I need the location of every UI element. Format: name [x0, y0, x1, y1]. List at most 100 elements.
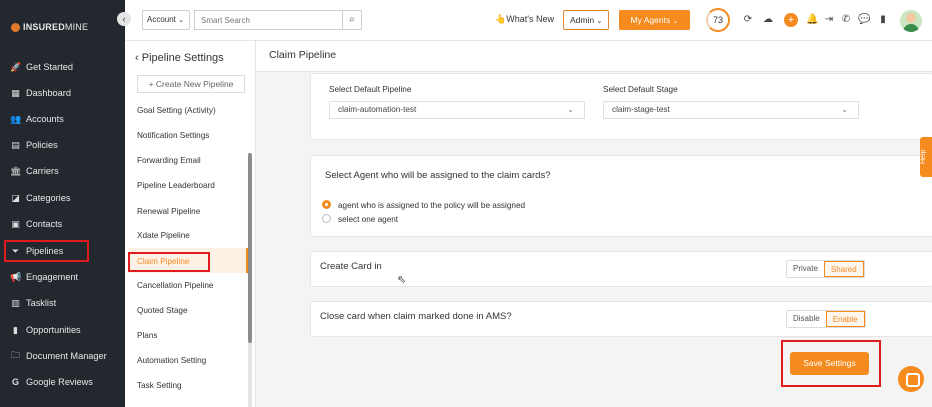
subnav-item-goal-setting[interactable]: Goal Setting (Activity) — [137, 106, 216, 115]
subnav-item-cancellation-pipeline[interactable]: Cancellation Pipeline — [137, 281, 213, 290]
create-card-toggle: Private Shared — [786, 260, 865, 278]
sidebar-item-get-started[interactable]: 🚀 Get Started — [0, 56, 125, 78]
subnav-item-renewal-pipeline[interactable]: Renewal Pipeline — [137, 207, 200, 216]
agent-option-select-radio[interactable] — [322, 214, 331, 223]
chevron-down-icon: ⌄ — [567, 105, 574, 114]
agent-assignment-question: Select Agent who will be assigned to the… — [325, 170, 551, 181]
users-icon: 👥 — [10, 113, 22, 124]
sidebar-item-engagement[interactable]: 📢 Engagement — [0, 266, 125, 288]
sidebar-item-label: Carriers — [26, 166, 59, 176]
chat-bubble-icon[interactable]: 💬 — [858, 14, 870, 25]
close-card-enable-option[interactable]: Enable — [825, 311, 865, 327]
sidebar-item-label: Policies — [26, 140, 58, 150]
chevron-down-icon: ⌄ — [672, 18, 679, 25]
policy-icon: ▤ — [11, 139, 20, 150]
close-card-disable-option[interactable]: Disable — [787, 311, 826, 327]
create-card-private-option[interactable]: Private — [787, 261, 824, 277]
mouse-cursor-icon: ⇖ — [397, 274, 407, 286]
bars-icon: ▮ — [13, 324, 18, 335]
back-chevron-icon: ‹ — [135, 52, 142, 64]
default-pipeline-card: Select Default Pipeline claim-automation… — [310, 73, 932, 140]
category-icon: ◪ — [11, 192, 20, 203]
sidebar-item-label: Dashboard — [26, 88, 71, 98]
agent-option-policy-radio[interactable] — [322, 200, 331, 209]
sidebar-item-contacts[interactable]: ▣ Contacts — [0, 213, 125, 235]
bell-icon[interactable]: 🔔 — [806, 14, 818, 25]
sidebar-item-opportunities[interactable]: ▮ Opportunities — [0, 319, 125, 341]
sidebar-item-categories[interactable]: ◪ Categories — [0, 187, 125, 209]
document-icon[interactable]: ▮ — [877, 14, 889, 25]
agent-option-select-label[interactable]: select one agent — [338, 215, 398, 224]
sidebar-item-label: Contacts — [26, 219, 63, 229]
refresh-icon[interactable]: ⟳ — [742, 14, 754, 25]
subnav-item-task-setting[interactable]: Task Setting — [137, 381, 182, 390]
subnav-scrollbar-thumb[interactable] — [248, 153, 252, 343]
chat-widget-icon[interactable] — [898, 366, 924, 392]
create-card-shared-option[interactable]: Shared — [823, 261, 864, 277]
subnav-item-pipeline-leaderboard[interactable]: Pipeline Leaderboard — [137, 181, 215, 190]
logout-icon[interactable]: ⇥ — [823, 14, 835, 25]
claim-pipeline-annotation-box — [128, 252, 210, 272]
page-title: Claim Pipeline — [269, 49, 337, 61]
subnav-item-forwarding-email[interactable]: Forwarding Email — [137, 156, 201, 165]
logo-mark-icon — [11, 22, 20, 32]
my-agents-button[interactable]: My Agents ⌄ — [619, 10, 690, 30]
rocket-icon: 🚀 — [10, 61, 22, 72]
main-header: Claim Pipeline — [256, 41, 932, 72]
score-badge[interactable]: 73 — [706, 8, 730, 32]
subnav-item-xdate-pipeline[interactable]: Xdate Pipeline — [137, 231, 190, 240]
main-sidebar: INSURED MINE 🚀 Get Started ▦ Dashboard 👥 Acc… — [0, 0, 125, 407]
search-icon[interactable]: ⌕ — [342, 10, 362, 30]
sidebar-item-label: Categories — [26, 193, 71, 203]
default-stage-select[interactable]: claim-stage-test ⌄ — [603, 101, 859, 119]
save-settings-button[interactable]: Save Settings — [790, 352, 869, 375]
sidebar-item-tasklist[interactable]: ▥ Tasklist — [0, 292, 125, 314]
default-pipeline-label: Select Default Pipeline — [329, 85, 412, 94]
brand-logo[interactable]: INSURED MINE — [11, 22, 88, 32]
add-icon[interactable]: + — [784, 13, 798, 27]
filter-icon: ⏷ — [11, 245, 20, 256]
subnav-item-notification-settings[interactable]: Notification Settings — [137, 131, 209, 140]
subnav-item-plans[interactable]: Plans — [137, 331, 157, 340]
sidebar-item-accounts[interactable]: 👥 Accounts — [0, 108, 125, 130]
subnav-item-quoted-stage[interactable]: Quoted Stage — [137, 306, 188, 315]
tasklist-icon: ▥ — [11, 297, 20, 308]
role-select-value: Admin — [570, 15, 595, 25]
role-select[interactable]: Admin ⌄ — [563, 10, 609, 30]
my-agents-label: My Agents — [630, 15, 671, 25]
smart-search-input[interactable] — [194, 10, 342, 30]
sidebar-item-policies[interactable]: ▤ Policies — [0, 134, 125, 156]
sidebar-item-label: Tasklist — [26, 298, 57, 308]
agent-assignment-card: Select Agent who will be assigned to the… — [310, 155, 932, 237]
avatar[interactable] — [900, 10, 922, 32]
sidebar-item-document-manager[interactable]: 🗀 Document Manager — [0, 345, 125, 367]
whats-new-link[interactable]: 👆What's New — [495, 14, 554, 25]
chevron-down-icon: ⌄ — [178, 17, 185, 24]
pipeline-settings-nav: ‹ Pipeline Settings + Create New Pipelin… — [125, 41, 256, 407]
cloud-upload-icon[interactable]: ☁ — [762, 14, 774, 25]
collapse-sidebar-icon[interactable]: ‹ — [117, 12, 131, 26]
sidebar-item-pipelines[interactable]: ⏷ Pipelines — [4, 240, 89, 262]
sidebar-item-google-reviews[interactable]: G Google Reviews — [0, 371, 125, 393]
subnav-title[interactable]: ‹ Pipeline Settings — [135, 52, 224, 64]
contacts-icon: ▣ — [11, 218, 20, 229]
chevron-down-icon: ⌄ — [841, 105, 848, 114]
sidebar-item-carriers[interactable]: 🏛 Carriers — [0, 160, 125, 182]
phone-icon[interactable]: ✆ — [840, 14, 852, 25]
sidebar-item-dashboard[interactable]: ▦ Dashboard — [0, 82, 125, 104]
chevron-down-icon: ⌄ — [596, 18, 603, 25]
bank-icon: 🏛 — [10, 165, 22, 176]
close-card-toggle: Disable Enable — [786, 310, 866, 328]
default-stage-label: Select Default Stage — [603, 85, 678, 94]
agent-option-policy-label[interactable]: agent who is assigned to the policy will… — [338, 201, 525, 210]
avatar-body — [903, 24, 919, 32]
default-pipeline-select[interactable]: claim-automation-test ⌄ — [329, 101, 585, 119]
megaphone-icon: 📢 — [10, 271, 22, 282]
create-card-in-label: Create Card in — [320, 261, 382, 272]
subnav-item-automation-setting[interactable]: Automation Setting — [137, 356, 206, 365]
account-select[interactable]: Account ⌄ — [142, 10, 190, 30]
create-new-pipeline-button[interactable]: + Create New Pipeline — [137, 75, 245, 93]
sidebar-item-label: Engagement — [26, 272, 79, 282]
sidebar-item-label: Get Started — [26, 62, 73, 72]
help-tab[interactable]: Help — [920, 137, 932, 177]
